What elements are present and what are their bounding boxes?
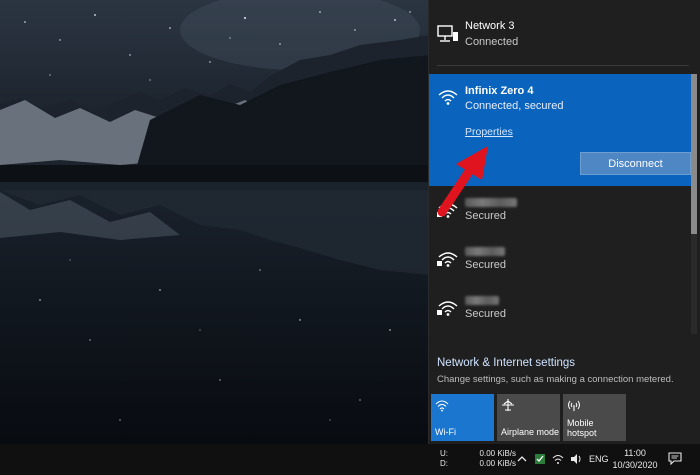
taskbar: U: 0.00 KiB/s D: 0.00 KiB/s ENG 11:00 10… xyxy=(0,444,700,475)
network-status: Connected xyxy=(465,36,519,48)
network-name: Network 3 xyxy=(465,20,515,32)
network-item-secured[interactable]: Secured xyxy=(429,291,691,337)
network-status: Secured xyxy=(465,259,506,271)
wifi-icon xyxy=(438,90,458,105)
network-status: Secured xyxy=(465,308,506,320)
download-label: D: xyxy=(440,459,448,468)
wifi-icon xyxy=(435,400,449,412)
clock-date: 10/30/2020 xyxy=(612,460,658,470)
tile-label-line: hotspot xyxy=(567,428,597,438)
wifi-secured-icon xyxy=(437,252,458,267)
network-item-network-3[interactable]: Network 3 Connected xyxy=(429,0,691,64)
disconnect-button[interactable]: Disconnect xyxy=(580,152,691,175)
wifi-secured-icon xyxy=(437,301,458,316)
red-arrow-annotation xyxy=(437,146,488,217)
blurred-network-name xyxy=(465,296,499,305)
airplane-icon xyxy=(502,399,514,411)
network-name: Infinix Zero 4 xyxy=(465,85,534,97)
mobile-hotspot-tile[interactable]: Mobile hotspot xyxy=(563,394,626,441)
volume-icon[interactable] xyxy=(570,453,582,465)
divider xyxy=(437,65,689,66)
wifi-toggle-tile[interactable]: Wi-Fi xyxy=(431,394,494,441)
upload-label: U: xyxy=(440,449,448,458)
network-status: Connected, secured xyxy=(465,100,564,112)
app-tray-icon[interactable] xyxy=(534,453,546,465)
notification-center-icon[interactable] xyxy=(668,452,682,465)
tile-label: Airplane mode xyxy=(501,427,560,437)
ethernet-monitor-icon xyxy=(437,25,458,42)
upload-value: 0.00 KiB/s xyxy=(479,449,516,458)
chevron-up-icon[interactable] xyxy=(516,453,528,465)
tile-label: Wi-Fi xyxy=(435,427,456,437)
wifi-tray-icon[interactable] xyxy=(552,453,564,465)
network-flyout: Network 3 Connected Infinix Zero 4 Conne… xyxy=(428,0,700,444)
airplane-mode-tile[interactable]: Airplane mode xyxy=(497,394,560,441)
scrollbar-thumb[interactable] xyxy=(691,74,697,234)
hotspot-icon xyxy=(568,400,580,411)
network-speed-meter: U: 0.00 KiB/s D: 0.00 KiB/s xyxy=(440,449,516,469)
network-item-secured[interactable]: Secured xyxy=(429,242,691,288)
language-indicator[interactable]: ENG xyxy=(589,454,609,464)
blurred-network-name xyxy=(465,247,505,256)
tile-label: Mobile hotspot xyxy=(567,418,597,438)
network-settings-link[interactable]: Network & Internet settings xyxy=(437,357,575,369)
properties-link[interactable]: Properties xyxy=(465,126,513,138)
network-settings-description: Change settings, such as making a connec… xyxy=(437,374,674,385)
tile-label-line: Mobile xyxy=(567,418,594,428)
download-value: 0.00 KiB/s xyxy=(479,459,516,468)
clock[interactable]: 11:00 10/30/2020 xyxy=(610,447,660,471)
clock-time: 11:00 xyxy=(624,448,646,458)
